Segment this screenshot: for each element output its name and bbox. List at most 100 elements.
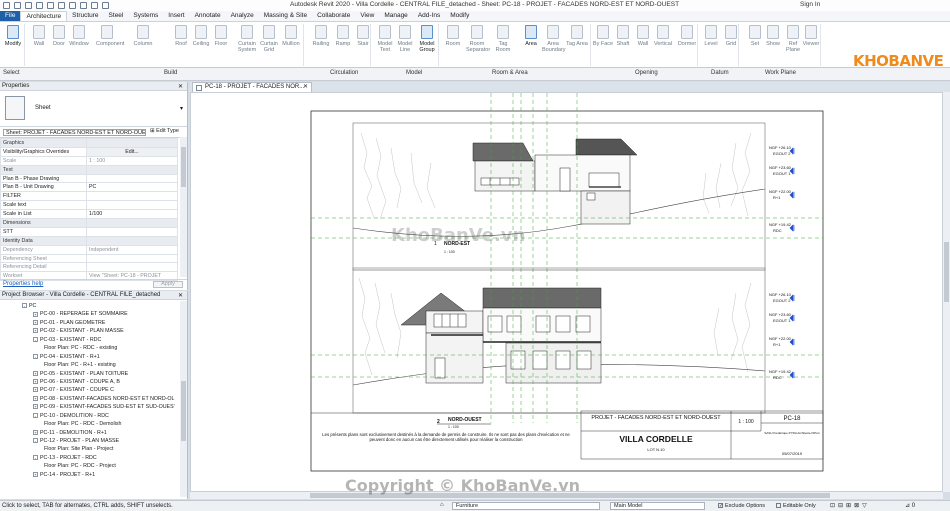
drawing-area[interactable]: NGF +26.10 EGOUT 2 NGF +23.60 EGOUT 1 NGF +2… — [190, 92, 943, 492]
panel-label-room-area[interactable]: Room & Area — [492, 70, 528, 76]
ribbon-tool-level-29[interactable]: Level — [700, 25, 722, 47]
properties-scrollbar[interactable] — [180, 137, 187, 277]
expand-icon[interactable]: + — [33, 404, 38, 410]
property-value[interactable] — [86, 191, 178, 202]
expand-icon[interactable]: + — [33, 319, 38, 325]
ribbon-tool-modify-0[interactable]: Modify — [2, 25, 24, 47]
browser-sheet-item[interactable]: - PC-03 - EXISTANT - RDC — [0, 336, 187, 344]
ribbon-tool-by-face-24[interactable]: By Face — [592, 25, 614, 47]
filter-icon[interactable]: ⊿ 0 — [905, 502, 915, 509]
type-selector[interactable]: Sheet ▾ — [0, 91, 187, 127]
ribbon-tool-show-32[interactable]: Show — [762, 25, 784, 47]
property-value[interactable] — [86, 262, 178, 273]
design-option-dropdown[interactable]: Main Model — [610, 502, 705, 510]
expand-icon[interactable]: + — [33, 379, 38, 385]
ribbon-tool-component-4[interactable]: Component — [96, 25, 124, 47]
expand-icon[interactable]: + — [33, 387, 38, 393]
expand-icon[interactable]: + — [33, 471, 38, 477]
property-group-row[interactable]: Dimensions — [0, 218, 178, 228]
browser-sheet-item[interactable]: + PC-11 - DEMOLITION - R+1 — [0, 429, 187, 437]
ribbon-tool-door-2[interactable]: Door — [48, 25, 70, 47]
save-icon[interactable] — [25, 2, 32, 9]
ribbon-tool-wall-1[interactable]: Wall — [28, 25, 50, 47]
tab-collaborate[interactable]: Collaborate — [312, 11, 355, 21]
sheet-drawing[interactable]: NGF +26.10EGOUT 2NGF +23.60EGOUT 1NGF +2… — [191, 93, 943, 492]
browser-sheet-item[interactable]: + PC-14 - PROJET - R+1 — [0, 471, 187, 479]
browser-sheet-item[interactable]: + PC-07 - EXISTANT - COUPE C — [0, 386, 187, 394]
sign-in-link[interactable]: Sign In — [800, 1, 820, 8]
exclude-options-checkbox[interactable]: Exclude Options — [718, 503, 765, 509]
expand-icon[interactable]: + — [33, 429, 38, 435]
tab-steel[interactable]: Steel — [104, 11, 129, 21]
browser-sheet-item[interactable]: + PC-06 - EXISTANT - COUPE A, B — [0, 378, 187, 386]
section-icon[interactable] — [102, 2, 109, 9]
collapse-icon[interactable]: - — [33, 412, 38, 418]
browser-view-item[interactable]: Floor Plan: PC - RDC - Demolish — [0, 420, 187, 428]
print-icon[interactable] — [58, 2, 65, 9]
browser-view-item[interactable]: Floor Plan: PC - RDC - existing — [0, 344, 187, 352]
ribbon-tool-roof-6[interactable]: Roof — [170, 25, 192, 47]
tab-manage[interactable]: Manage — [379, 11, 413, 21]
open-icon[interactable] — [14, 2, 21, 9]
browser-view-item[interactable]: Floor Plan: PC - RDC - Project — [0, 462, 187, 470]
browser-scrollbar[interactable] — [180, 301, 187, 497]
ribbon-tool-room-18[interactable]: Room — [442, 25, 464, 47]
close-icon[interactable]: ✕ — [303, 83, 308, 92]
apply-button[interactable]: Apply — [153, 281, 183, 288]
property-value[interactable]: PC — [86, 182, 178, 193]
property-group-row[interactable]: Graphics — [0, 138, 178, 148]
ribbon-tool-shaft-25[interactable]: Shaft — [612, 25, 634, 47]
tab-annotate[interactable]: Annotate — [190, 11, 226, 21]
property-group-row[interactable]: Text — [0, 164, 178, 175]
tab-modify[interactable]: Modify — [445, 11, 474, 21]
property-value[interactable]: Independent — [86, 244, 178, 255]
ribbon-tool-area-boundary-22[interactable]: Area Boundary — [542, 25, 566, 53]
browser-sheet-item[interactable]: + PC-08 - EXISTANT-FACADES NORD-EST ET NO… — [0, 395, 187, 403]
browser-view-item[interactable]: Floor Plan: PC - R+1 - existing — [0, 361, 187, 369]
properties-help-link[interactable]: Properties help — [3, 281, 43, 287]
ribbon-tool-curtain-system-9[interactable]: Curtain System — [236, 25, 258, 53]
ribbon-tool-ceiling-7[interactable]: Ceiling — [190, 25, 212, 47]
browser-sheet-item[interactable]: - PC-12 - PROJET - PLAN MASSE — [0, 437, 187, 445]
instance-filter-dropdown[interactable]: Sheet: PROJET - FACADES NORD-EST ET NORD… — [3, 129, 146, 136]
ribbon-tool-railing-12[interactable]: Railing — [310, 25, 332, 47]
visibility-graphics-edit-button[interactable]: Edit... — [86, 146, 178, 157]
expand-icon[interactable]: + — [33, 395, 38, 401]
canvas-vertical-scrollbar[interactable] — [943, 92, 950, 492]
collapse-icon[interactable]: - — [33, 438, 38, 444]
tab-file[interactable]: File — [0, 11, 21, 21]
property-group-row[interactable]: Identity Data — [0, 235, 178, 246]
quick-access-toolbar[interactable] — [0, 2, 109, 9]
ribbon-tool-viewer-34[interactable]: Viewer — [800, 25, 822, 47]
browser-sheet-item[interactable]: + PC-01 - PLAN GEOMETRE — [0, 319, 187, 327]
tab-architecture[interactable]: Architecture — [20, 11, 68, 21]
tab-structure[interactable]: Structure — [67, 11, 103, 21]
ribbon-tool-mullion-11[interactable]: Mullion — [280, 25, 302, 47]
expand-icon[interactable]: + — [33, 370, 38, 376]
property-value[interactable] — [86, 253, 178, 264]
chevron-down-icon[interactable]: ▾ — [180, 105, 183, 112]
edit-type-button[interactable]: ⊞ Edit Type — [150, 128, 179, 134]
ribbon-tool-model-text-15[interactable]: Model Text — [374, 25, 396, 53]
property-value[interactable]: 1/100 — [86, 209, 178, 220]
ribbon-tool-ramp-13[interactable]: Ramp — [332, 25, 354, 47]
property-value[interactable] — [86, 200, 178, 211]
3d-view-icon[interactable] — [91, 2, 98, 9]
tab-systems[interactable]: Systems — [128, 11, 163, 21]
close-icon[interactable]: ✕ — [178, 292, 183, 299]
browser-view-item[interactable]: Floor Plan: Site Plan - Project — [0, 445, 187, 453]
tab-view[interactable]: View — [355, 11, 379, 21]
browser-sheet-item[interactable]: + PC-05 - EXISTANT - PLAN TOITURE — [0, 370, 187, 378]
editable-only-checkbox[interactable]: Editable Only — [776, 503, 816, 509]
ribbon-tool-tag-area-23[interactable]: Tag Area — [566, 25, 588, 47]
collapse-icon[interactable]: - — [33, 454, 38, 460]
worksets-icon[interactable]: ⌂ — [440, 502, 444, 508]
text-icon[interactable] — [80, 2, 87, 9]
browser-sheet-item[interactable]: - PC — [0, 302, 187, 310]
revit-app-icon[interactable] — [3, 2, 10, 9]
browser-sheet-item[interactable]: - PC-10 - DEMOLITION - RDC — [0, 412, 187, 420]
ribbon-tool-curtain-grid-10[interactable]: Curtain Grid — [258, 25, 280, 53]
ribbon-tool-tag-room-20[interactable]: Tag Room — [492, 25, 514, 53]
tab-add-ins[interactable]: Add-Ins — [413, 11, 445, 21]
ribbon-tool-dormer-28[interactable]: Dormer — [676, 25, 698, 47]
